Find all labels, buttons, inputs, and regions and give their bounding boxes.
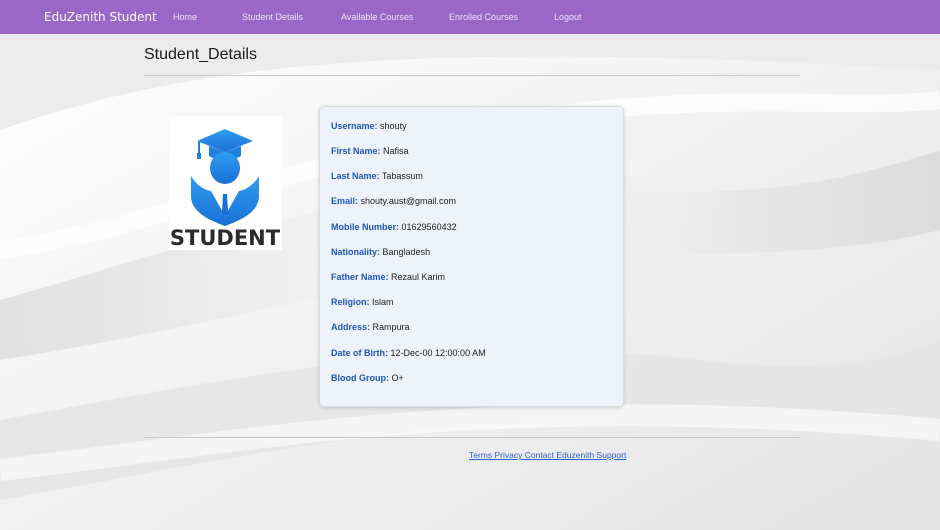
detail-label: Nationality:: [331, 247, 381, 257]
footer-divider: [144, 437, 800, 438]
detail-username: Username: shouty: [331, 121, 407, 131]
detail-label: Date of Birth:: [331, 348, 388, 358]
student-details-card: Username: shouty First Name: Nafisa Last…: [319, 106, 624, 407]
page-title: Student_Details: [144, 46, 257, 63]
detail-blood-group: Blood Group: O+: [331, 373, 404, 383]
detail-label: Blood Group:: [331, 373, 389, 383]
nav-logout[interactable]: Logout: [554, 12, 582, 22]
nav-enrolled-courses[interactable]: Enrolled Courses: [449, 12, 518, 22]
footer-links[interactable]: Terms Privacy Contact Eduzenith Support: [469, 450, 626, 460]
detail-value: Bangladesh: [382, 247, 431, 257]
student-profile-image: STUDENT: [169, 116, 282, 250]
detail-last-name: Last Name: Tabassum: [331, 171, 423, 181]
detail-value: Nafisa: [383, 146, 409, 156]
detail-address: Address: Rampura: [331, 322, 410, 332]
detail-value: Islam: [372, 297, 394, 307]
student-image-text: STUDENT: [170, 226, 281, 250]
detail-label: First Name:: [331, 146, 381, 156]
detail-value: shouty: [380, 121, 407, 131]
detail-value: O+: [391, 373, 404, 383]
top-navbar: EduZenith Student Home Student Details A…: [0, 0, 940, 34]
nav-available-courses[interactable]: Available Courses: [341, 12, 413, 22]
detail-nationality: Nationality: Bangladesh: [331, 247, 430, 257]
detail-email: Email: shouty.aust@gmail.com: [331, 196, 456, 206]
nav-student-details[interactable]: Student Details: [242, 12, 303, 22]
detail-value: Tabassum: [381, 171, 423, 181]
detail-date-of-birth: Date of Birth: 12-Dec-00 12:00:00 AM: [331, 348, 486, 358]
detail-label: Last Name:: [331, 171, 380, 181]
detail-label: Mobile Number:: [331, 222, 400, 232]
detail-label: Address:: [331, 322, 371, 332]
detail-label: Username:: [331, 121, 378, 131]
brand-name[interactable]: EduZenith Student: [44, 10, 157, 24]
detail-label: Email:: [331, 196, 359, 206]
detail-value: shouty.aust@gmail.com: [360, 196, 457, 206]
nav-home[interactable]: Home: [173, 12, 197, 22]
detail-value: 12-Dec-00 12:00:00 AM: [390, 348, 486, 358]
graduate-student-icon: STUDENT: [170, 129, 281, 250]
detail-mobile-number: Mobile Number: 01629560432: [331, 222, 457, 232]
detail-label: Religion:: [331, 297, 370, 307]
detail-religion: Religion: Islam: [331, 297, 394, 307]
detail-value: 01629560432: [401, 222, 457, 232]
title-divider: [144, 75, 800, 76]
detail-value: Rampura: [372, 322, 410, 332]
detail-label: Father Name:: [331, 272, 389, 282]
detail-value: Rezaul Karim: [391, 272, 446, 282]
detail-father-name: Father Name: Rezaul Karim: [331, 272, 445, 282]
detail-first-name: First Name: Nafisa: [331, 146, 409, 156]
